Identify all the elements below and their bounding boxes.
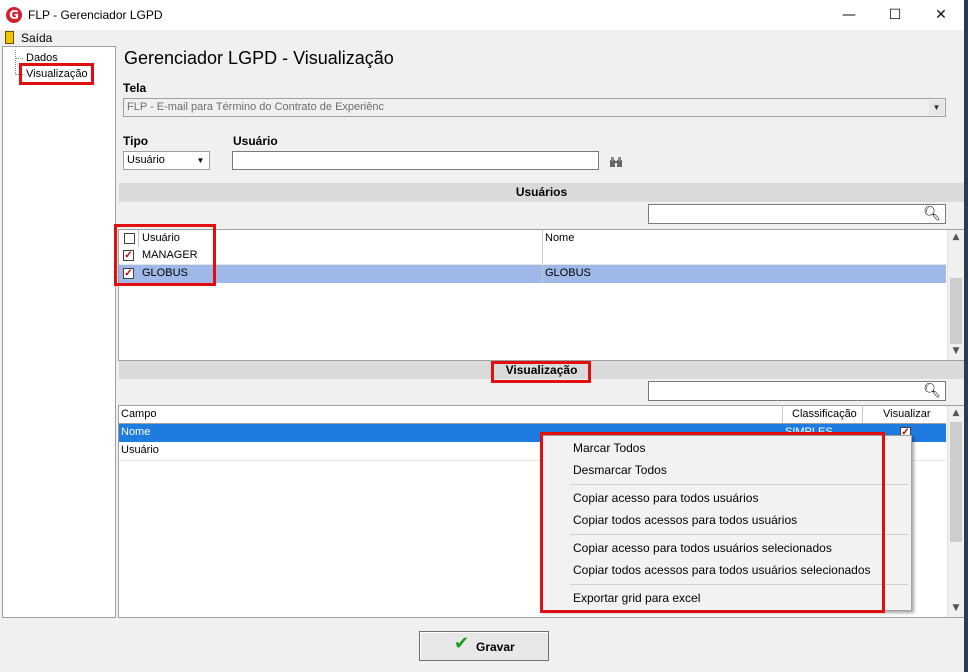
close-icon[interactable]: ✕ xyxy=(918,0,964,30)
tela-select[interactable]: FLP - E-mail para Término do Contrato de… xyxy=(123,98,946,117)
chevron-down-icon: ▼ xyxy=(929,100,944,115)
search-icon[interactable]: 🔍︎ xyxy=(923,206,941,222)
usuario-label: Usuário xyxy=(233,134,278,148)
menu-exit[interactable]: Saída xyxy=(21,31,52,45)
minimize-icon[interactable]: — xyxy=(826,0,872,30)
highlight-box xyxy=(114,224,216,286)
column-header-classificacao[interactable]: Classificação xyxy=(792,408,857,420)
visualizacao-grid-header: Campo Classificação Visualizar xyxy=(119,406,946,424)
cell-campo: Nome xyxy=(121,426,151,438)
scroll-down-icon[interactable]: ▼ xyxy=(948,346,964,356)
binoculars-icon[interactable] xyxy=(610,156,622,167)
highlight-box xyxy=(491,361,591,383)
usuario-input[interactable] xyxy=(232,151,599,170)
column-separator xyxy=(782,406,783,423)
tela-select-value: FLP - E-mail para Término do Contrato de… xyxy=(127,101,384,113)
column-separator xyxy=(862,406,863,423)
tree-connector xyxy=(15,50,16,75)
column-header-nome[interactable]: Nome xyxy=(545,232,574,244)
highlight-box xyxy=(19,63,94,85)
column-separator xyxy=(542,247,543,264)
usuarios-search-input[interactable]: 🔍︎ xyxy=(648,204,946,224)
tipo-select-value: Usuário xyxy=(127,154,165,166)
tipo-select[interactable]: Usuário ▼ xyxy=(123,151,210,170)
save-button-label: Gravar xyxy=(476,640,515,654)
visualizacao-search-input[interactable]: 🔍︎ xyxy=(648,381,946,401)
visualizacao-scrollbar[interactable]: ▲ ▼ xyxy=(947,406,964,617)
app-logo-icon: G xyxy=(6,7,22,23)
background-window-edge xyxy=(964,0,968,672)
tree-connector xyxy=(15,58,23,59)
scroll-up-icon[interactable]: ▲ xyxy=(948,408,964,418)
navigation-tree xyxy=(2,46,116,618)
maximize-icon[interactable]: ☐ xyxy=(872,0,918,30)
highlight-box xyxy=(540,432,885,613)
column-header-campo[interactable]: Campo xyxy=(121,408,156,420)
tipo-label: Tipo xyxy=(123,134,149,148)
column-separator xyxy=(542,265,543,283)
chevron-down-icon: ▼ xyxy=(193,153,208,168)
checkmark-icon: ✔ xyxy=(454,633,470,654)
search-icon[interactable]: 🔍︎ xyxy=(923,383,941,399)
window-title: FLP - Gerenciador LGPD xyxy=(28,8,163,22)
scroll-down-icon[interactable]: ▼ xyxy=(948,603,964,613)
column-separator xyxy=(542,230,543,247)
tela-label: Tela xyxy=(123,81,147,95)
scroll-thumb[interactable] xyxy=(950,422,962,542)
menu-bar xyxy=(0,30,964,46)
table-row[interactable]: ✓ MANAGER xyxy=(119,247,946,265)
scroll-up-icon[interactable]: ▲ xyxy=(948,232,964,242)
cell-nome: GLOBUS xyxy=(545,267,591,279)
cell-campo: Usuário xyxy=(121,444,159,456)
usuarios-grid-header: Usuário Nome xyxy=(119,230,946,248)
table-row-selected[interactable]: ✓ GLOBUS GLOBUS xyxy=(119,265,946,283)
exit-door-icon[interactable] xyxy=(5,31,14,44)
column-header-visualizar[interactable]: Visualizar xyxy=(883,408,931,420)
usuarios-section-header: Usuários xyxy=(119,183,964,202)
scroll-thumb[interactable] xyxy=(950,278,962,344)
page-title: Gerenciador LGPD - Visualização xyxy=(124,48,394,68)
usuarios-scrollbar[interactable]: ▲ ▼ xyxy=(947,230,964,360)
